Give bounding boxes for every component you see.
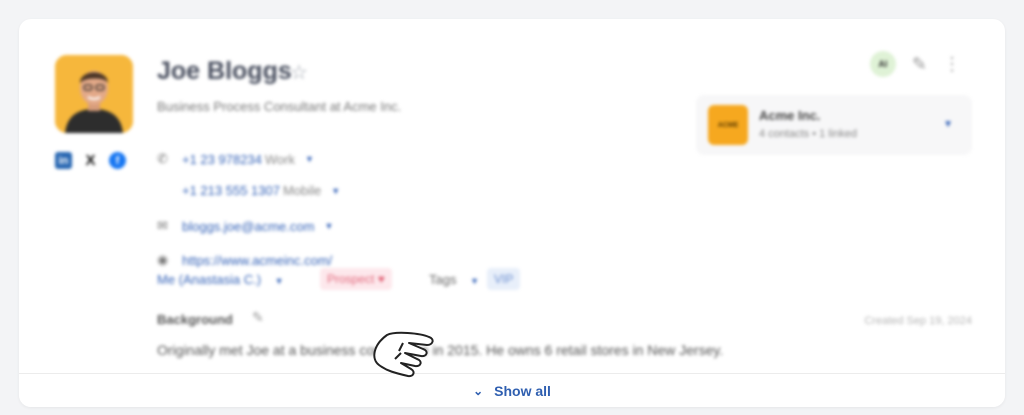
tags-dropdown-icon: ▼ <box>470 276 480 286</box>
edit-icon[interactable]: ✎ <box>912 54 927 75</box>
social-links: in X f <box>55 152 126 170</box>
company-card[interactable]: ACME Acme Inc. 4 contacts • 1 linked ▼ <box>696 95 972 155</box>
created-date: Created Sep 19, 2024 <box>864 315 972 327</box>
owner-dropdown-icon: ▼ <box>274 276 284 286</box>
status-label: Prospect <box>327 272 375 286</box>
phone-work-number[interactable]: +1 23 978234 <box>182 152 262 167</box>
hand-cursor-icon <box>373 331 434 378</box>
contact-details: in X f Joe Bloggs ☆ Business Process Con… <box>19 19 1005 407</box>
company-meta: 4 contacts • 1 linked <box>759 128 858 140</box>
company-dropdown-icon[interactable]: ▼ <box>943 119 953 130</box>
linkedin-icon[interactable]: in <box>55 152 72 169</box>
tags-selector[interactable]: Tags ▼ <box>429 272 479 287</box>
background-label: Background <box>157 312 233 327</box>
company-name[interactable]: Acme Inc. <box>759 108 820 123</box>
phone-mobile-label: Mobile <box>282 183 322 198</box>
phone-mobile-row: +1 213 555 1307 Mobile ▼ <box>182 183 340 198</box>
show-all-label: Show all <box>494 382 551 399</box>
show-all-button[interactable]: ⌄ Show all <box>473 383 551 399</box>
email-dropdown-icon[interactable]: ▼ <box>324 221 333 231</box>
email-link[interactable]: bloggs.joe@acme.com <box>182 219 314 234</box>
facebook-icon[interactable]: f <box>109 152 126 169</box>
star-icon[interactable]: ☆ <box>290 60 308 85</box>
globe-icon: ◉ <box>157 252 169 267</box>
x-icon[interactable]: X <box>82 152 99 169</box>
phone-work-dropdown-icon[interactable]: ▼ <box>305 154 314 164</box>
owner-selector[interactable]: Me (Anastasia C.) ▼ <box>157 272 284 287</box>
website-link[interactable]: https://www.acmeinc.com/ <box>182 253 332 268</box>
company-logo: ACME <box>708 105 748 145</box>
phone-work-row: ✆ +1 23 978234 Work ▼ <box>157 151 314 167</box>
tag-vip[interactable]: VIP <box>487 268 521 290</box>
owner-name: Me (Anastasia C.) <box>157 272 262 287</box>
phone-work-label: Work <box>264 151 295 167</box>
double-chevron-down-icon: ⌄ <box>473 383 484 398</box>
contact-card: in X f Joe Bloggs ☆ Business Process Con… <box>19 19 1005 407</box>
mail-icon: ✉ <box>157 218 168 233</box>
contact-title: Business Process Consultant at Acme Inc. <box>157 99 402 114</box>
contact-name: Joe Bloggs <box>157 57 292 85</box>
phone-mobile-dropdown-icon[interactable]: ▼ <box>331 186 340 196</box>
email-row: ✉ bloggs.joe@acme.com ▼ <box>157 218 333 234</box>
website-row: ◉ https://www.acmeinc.com/ <box>157 252 332 268</box>
card-actions: AI ✎ ⋮ <box>869 51 961 77</box>
ai-assistant-icon[interactable]: AI <box>869 51 896 77</box>
more-options-icon[interactable]: ⋮ <box>943 54 961 75</box>
tags-label: Tags <box>429 272 457 287</box>
status-badge[interactable]: Prospect ♥ <box>320 268 392 290</box>
show-all-bar: ⌄ Show all <box>19 373 1005 407</box>
edit-background-icon[interactable]: ✎ <box>252 309 264 326</box>
avatar[interactable] <box>55 55 133 133</box>
phone-icon: ✆ <box>157 151 168 166</box>
phone-mobile-number[interactable]: +1 213 555 1307 <box>182 183 280 198</box>
